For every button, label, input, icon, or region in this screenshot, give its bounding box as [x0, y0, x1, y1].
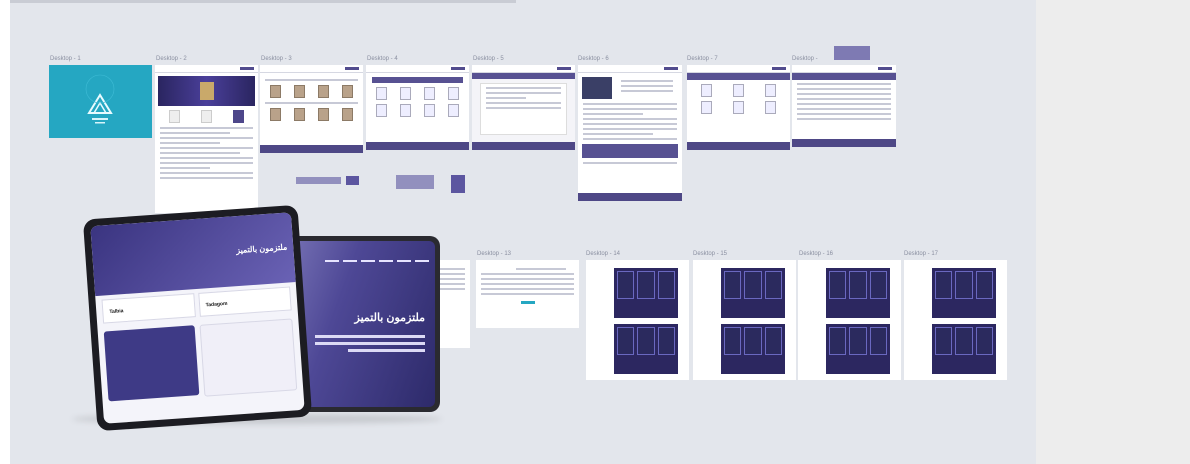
hero-title: ملتزمون بالتميز	[354, 312, 425, 324]
frame-label-desktop-5[interactable]: Desktop - 5	[473, 56, 504, 62]
frame-label-desktop-6[interactable]: Desktop - 6	[578, 56, 609, 62]
frame-desktop-7[interactable]	[687, 65, 790, 150]
frame-desktop-4[interactable]	[366, 65, 469, 150]
logo-icon	[85, 74, 115, 124]
frame-label-desktop-15[interactable]: Desktop - 15	[693, 251, 727, 257]
app-name: Talbia	[109, 308, 124, 316]
right-panel-background	[1036, 0, 1190, 464]
frame-desktop-17[interactable]	[904, 260, 1007, 380]
frame-label-desktop-3[interactable]: Desktop - 3	[261, 56, 292, 62]
frame-desktop-1[interactable]	[49, 65, 152, 138]
component-swatch[interactable]	[451, 175, 465, 193]
hero-title: ملتزمون بالتميز	[235, 242, 288, 256]
component-swatch[interactable]	[396, 175, 434, 189]
frame-label-desktop-7[interactable]: Desktop - 7	[687, 56, 718, 62]
frame-desktop-8[interactable]	[792, 65, 896, 147]
feature-card-dark	[103, 325, 200, 402]
frame-label-desktop-1[interactable]: Desktop - 1	[50, 56, 81, 62]
frame-label-desktop-13[interactable]: Desktop - 13	[477, 251, 511, 257]
frame-label-desktop-8[interactable]: Desktop -	[792, 56, 818, 62]
frame-desktop-6[interactable]	[578, 65, 682, 201]
app-card-talbia: Talbia	[101, 293, 196, 324]
hero-banner	[158, 76, 255, 106]
canvas-top-scrollbar[interactable]	[10, 0, 516, 3]
frame-label-desktop-14[interactable]: Desktop - 14	[586, 251, 620, 257]
app-card-tadagom: Tadagom	[197, 286, 292, 317]
frame-desktop-13[interactable]	[476, 260, 579, 328]
frame-desktop-15[interactable]	[693, 260, 796, 380]
frame-desktop-14[interactable]	[586, 260, 689, 380]
design-canvas: Desktop - 1 Desktop - 2 Desktop - 3 Desk…	[10, 0, 1036, 464]
hero-banner: ملتزمون بالتميز	[90, 212, 296, 297]
frame-label-desktop-17[interactable]: Desktop - 17	[904, 251, 938, 257]
frame-desktop-2[interactable]	[155, 65, 258, 213]
frame-label-desktop-16[interactable]: Desktop - 16	[799, 251, 833, 257]
frame-label-desktop-4[interactable]: Desktop - 4	[367, 56, 398, 62]
frame-desktop-5[interactable]	[472, 65, 575, 150]
component-swatch[interactable]	[346, 176, 359, 185]
app-name: Tadagom	[205, 300, 228, 309]
frame-label-desktop-2[interactable]: Desktop - 2	[156, 56, 187, 62]
tablet-mockup-front: ملتزمون بالتميز Talbia Tadagom	[82, 204, 313, 432]
frame-desktop-16[interactable]	[798, 260, 901, 380]
frame-desktop-3[interactable]	[260, 65, 363, 153]
tablet-screen-home: ملتزمون بالتميز Talbia Tadagom	[90, 212, 305, 424]
hero-subtitle	[315, 331, 425, 356]
component-swatch[interactable]	[296, 177, 341, 184]
feature-card-light	[199, 318, 298, 397]
component-swatch[interactable]	[834, 46, 870, 60]
